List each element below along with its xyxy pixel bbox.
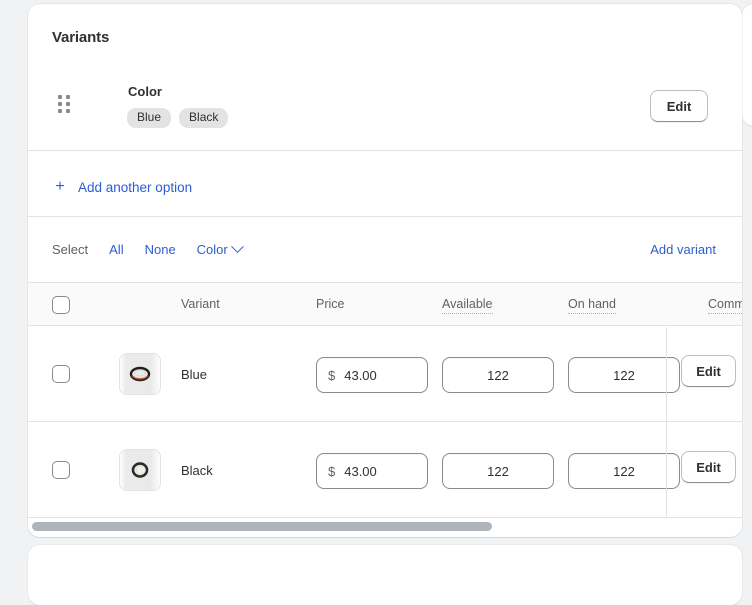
column-header-variant: Variant — [181, 297, 220, 311]
add-variant-button[interactable]: Add variant — [650, 242, 716, 257]
variants-card: Variants Color Blue Black Edit + Add ano… — [28, 4, 742, 537]
available-value: 122 — [487, 463, 509, 479]
select-all-checkbox[interactable] — [52, 296, 70, 314]
add-another-option-button[interactable]: + Add another option — [28, 158, 742, 216]
price-value: 43.00 — [344, 367, 377, 383]
available-input[interactable]: 122 — [442, 453, 554, 489]
select-by-option-label: Color — [196, 242, 228, 257]
row-checkbox[interactable] — [52, 365, 70, 383]
divider — [28, 150, 742, 151]
ring-product-thumbnail — [119, 449, 161, 491]
option-name: Color — [128, 84, 162, 99]
next-section-card — [28, 545, 742, 605]
available-input[interactable]: 122 — [442, 357, 554, 393]
available-value: 122 — [487, 367, 509, 383]
select-none-link[interactable]: None — [145, 242, 176, 257]
adjacent-card-right — [742, 4, 752, 126]
option-value-pill: Black — [179, 108, 229, 128]
select-by-option-dropdown[interactable]: Color — [196, 240, 244, 257]
variants-table-header: Variant Price Available On hand Commi — [28, 282, 742, 326]
on-hand-input[interactable]: 122 — [568, 357, 680, 393]
currency-symbol: $ — [328, 367, 336, 383]
variant-name: Blue — [181, 367, 208, 382]
table-row[interactable]: Black $ 43.00 122 122 Edit — [28, 423, 742, 518]
add-another-option-label: Add another option — [78, 179, 193, 195]
price-input[interactable]: $ 43.00 — [316, 453, 428, 489]
option-values: Blue Black — [127, 108, 229, 128]
chevron-down-icon — [230, 240, 244, 254]
horizontal-scrollbar-thumb[interactable] — [32, 522, 492, 531]
select-all-link[interactable]: All — [109, 242, 123, 257]
option-value-pill: Blue — [127, 108, 172, 128]
currency-symbol: $ — [328, 463, 336, 479]
ring-product-thumbnail — [119, 353, 161, 395]
on-hand-value: 122 — [613, 463, 635, 479]
column-header-price: Price — [316, 297, 345, 311]
plus-icon: + — [55, 178, 65, 195]
page-title: Variants — [52, 29, 110, 46]
table-row[interactable]: Blue $ 43.00 122 122 Edit — [28, 327, 742, 422]
on-hand-value: 122 — [613, 367, 635, 383]
option-row-color: Color Blue Black Edit — [28, 70, 742, 150]
sticky-column-separator — [666, 327, 667, 517]
edit-option-button[interactable]: Edit — [650, 90, 708, 122]
on-hand-input[interactable]: 122 — [568, 453, 680, 489]
edit-variant-button[interactable]: Edit — [681, 451, 736, 483]
column-header-available: Available — [442, 297, 493, 314]
variant-name: Black — [181, 463, 213, 478]
column-header-on-hand: On hand — [568, 297, 616, 314]
variant-select-bar: Select All None Color Add variant — [28, 217, 742, 282]
price-input[interactable]: $ 43.00 — [316, 357, 428, 393]
drag-dots-icon[interactable] — [54, 94, 74, 114]
select-label: Select — [52, 242, 89, 257]
column-header-committed: Commi — [708, 297, 742, 314]
row-checkbox[interactable] — [52, 461, 70, 479]
edit-variant-button[interactable]: Edit — [681, 355, 736, 387]
price-value: 43.00 — [344, 463, 377, 479]
